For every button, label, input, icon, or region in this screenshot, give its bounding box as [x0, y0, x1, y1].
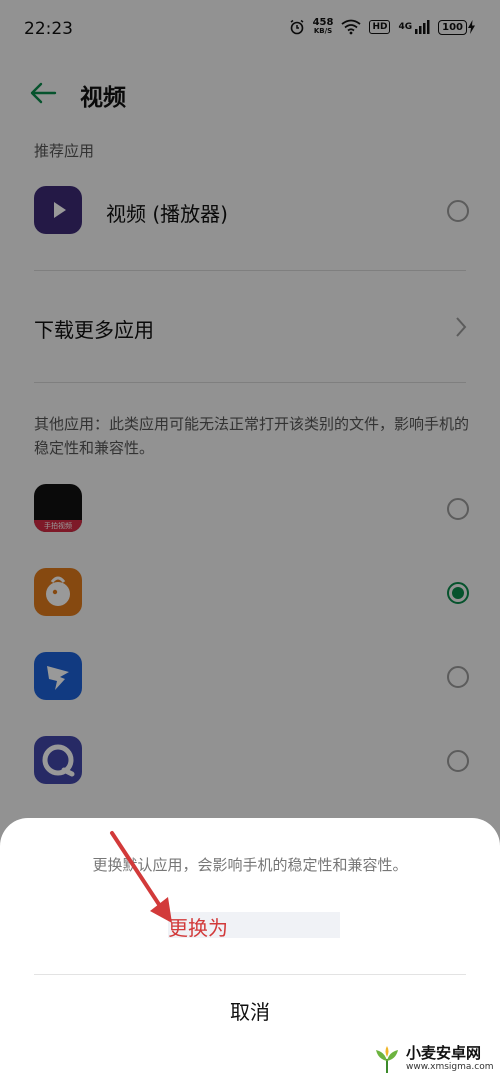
watermark-title: 小麦安卓网 [406, 1044, 482, 1062]
watermark-url: www.xmsigma.com [406, 1062, 494, 1072]
watermark: 小麦安卓网 www.xmsigma.com [372, 1045, 493, 1075]
annotation-arrow-icon [110, 831, 172, 923]
watermark-logo-icon [376, 1046, 398, 1073]
watermark-text: 小麦安卓网 www.xmsigma.com [406, 1046, 493, 1074]
dialog-divider [34, 974, 466, 975]
cancel-button[interactable]: 取消 [0, 996, 500, 1025]
dialog-message: 更换默认应用，会影响手机的稳定性和兼容性。 [92, 856, 408, 874]
